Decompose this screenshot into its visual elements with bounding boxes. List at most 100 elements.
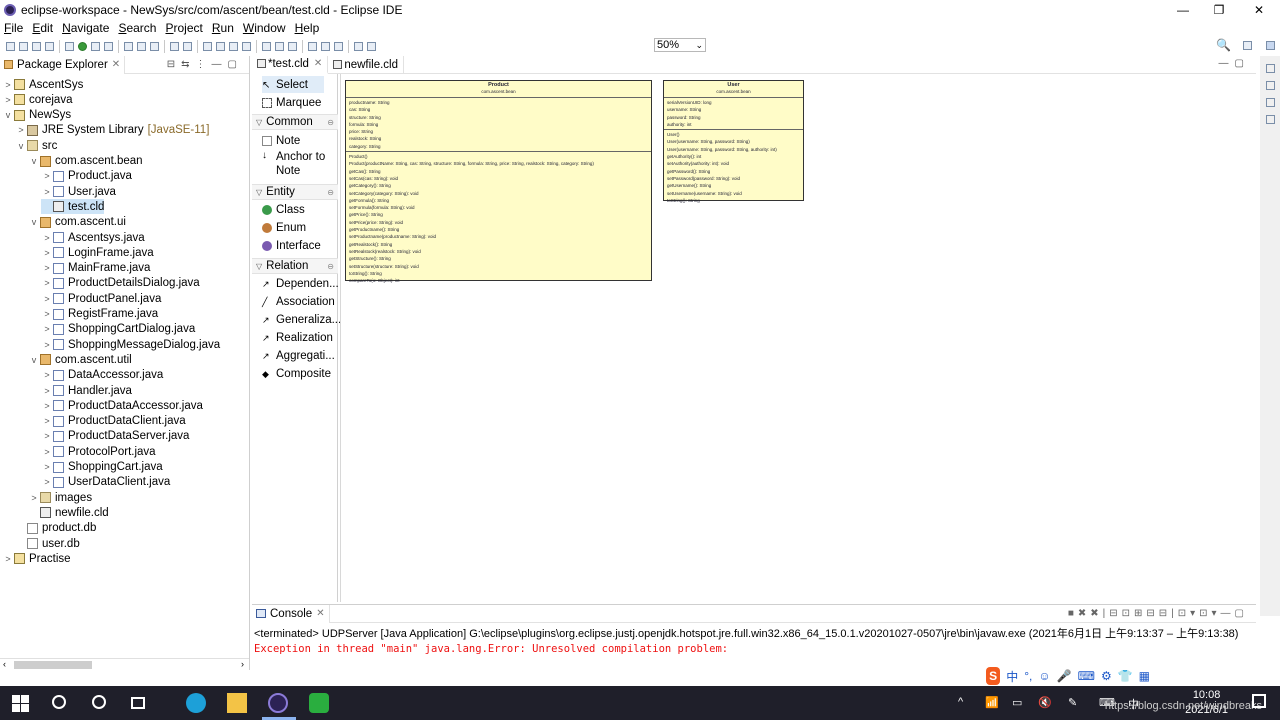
zoom-combo[interactable]: 50% ⌄	[654, 38, 706, 52]
show-hidden-icons[interactable]: ^	[958, 696, 963, 708]
chevron-down-icon[interactable]: v	[28, 156, 40, 166]
tree-item[interactable]: > Practise	[2, 551, 70, 566]
tree-item[interactable]: > ProductDataAccessor.java	[41, 398, 203, 413]
tree-item[interactable]: > AscentSys	[2, 77, 83, 92]
view-toolbar[interactable]: ⊟⇆⋮—▢	[167, 59, 243, 70]
external-tools-icon[interactable]	[104, 41, 113, 51]
search-icon[interactable]: 🔍	[1216, 38, 1231, 52]
tab-newfile-cld[interactable]: newfile.cld	[328, 55, 405, 74]
tree-item[interactable]: > Handler.java	[41, 383, 132, 398]
new-package-icon[interactable]	[137, 41, 146, 51]
menu-search[interactable]: Search	[118, 21, 156, 35]
chevron-right-icon[interactable]: >	[41, 386, 53, 396]
diagram-canvas[interactable]: Product com.ascent.bean productname: Str…	[340, 74, 1256, 602]
palette-marquee[interactable]: Marquee	[262, 94, 321, 111]
tree-item[interactable]: v com.ascent.util	[28, 352, 132, 367]
chevron-right-icon[interactable]: >	[15, 125, 27, 135]
punctuation-icon[interactable]: °,	[1024, 669, 1032, 683]
search-toolbar-icon[interactable]	[183, 41, 192, 51]
new-icon[interactable]	[6, 41, 15, 51]
match-width-icon[interactable]	[354, 41, 363, 51]
tree-item[interactable]: > MainFrame.java	[41, 261, 150, 276]
align-middle-icon[interactable]	[321, 41, 330, 51]
settings-icon[interactable]: ⚙	[1101, 669, 1112, 683]
chevron-right-icon[interactable]: >	[41, 309, 53, 319]
file-explorer-icon[interactable]	[227, 693, 247, 713]
close-tab-icon[interactable]: ✕	[314, 58, 322, 69]
chevron-right-icon[interactable]: >	[2, 554, 14, 564]
notification-center-icon[interactable]	[1252, 694, 1266, 708]
coverage-icon[interactable]	[91, 41, 100, 51]
chevron-right-icon[interactable]: >	[41, 233, 53, 243]
package-explorer-tab[interactable]: Package Explorer ✕	[0, 55, 126, 74]
chevron-right-icon[interactable]: >	[28, 493, 40, 503]
chevron-right-icon[interactable]: >	[41, 263, 53, 273]
menu-window[interactable]: Window	[243, 21, 286, 35]
forward-icon[interactable]	[242, 41, 251, 51]
align-top-icon[interactable]	[308, 41, 317, 51]
print-icon[interactable]	[45, 41, 54, 51]
back-icon[interactable]	[229, 41, 238, 51]
chevron-right-icon[interactable]: >	[41, 401, 53, 411]
windows-start-icon[interactable]	[10, 693, 30, 713]
search-taskbar-icon[interactable]	[52, 695, 66, 709]
task-list-icon[interactable]	[1265, 98, 1275, 107]
pin-icon[interactable]: ⊖	[327, 118, 334, 127]
uml-class-user[interactable]: User com.ascent.bean serialVersionUID: l…	[663, 80, 804, 203]
chevron-down-icon[interactable]: v	[28, 355, 40, 365]
chevron-right-icon[interactable]: >	[41, 324, 53, 334]
problems-icon[interactable]	[1265, 115, 1275, 124]
chevron-right-icon[interactable]: >	[41, 248, 53, 258]
chevron-right-icon[interactable]: >	[2, 80, 14, 90]
palette-class[interactable]: Class	[262, 201, 305, 218]
restore-icon[interactable]	[1265, 64, 1275, 73]
tree-item[interactable]: > ShoppingCart.java	[41, 460, 162, 475]
tree-item[interactable]: > UserDataClient.java	[41, 475, 170, 490]
tree-item[interactable]: v com.ascent.ui	[28, 215, 126, 230]
align-center-icon[interactable]	[275, 41, 284, 51]
palette-anchor-to-note[interactable]: ↓ Anchor to Note	[262, 150, 330, 180]
palette-realization[interactable]: ↗ Realization	[262, 329, 333, 346]
palette-interface[interactable]: Interface	[262, 237, 321, 254]
keyboard-icon[interactable]: ⌨	[1078, 669, 1095, 683]
close-view-icon[interactable]: ✕	[112, 59, 120, 70]
tree-item[interactable]: > ProductDataClient.java	[41, 414, 185, 429]
close-button[interactable]: ✕	[1239, 0, 1279, 20]
minimize-button[interactable]: —	[1163, 0, 1203, 20]
menu-file[interactable]: File	[4, 21, 23, 35]
align-right-icon[interactable]	[288, 41, 297, 51]
editor-controls[interactable]: —▢	[1219, 58, 1250, 69]
close-view-icon[interactable]: ✕	[316, 608, 324, 619]
chevron-right-icon[interactable]: >	[41, 294, 53, 304]
toolbox-icon[interactable]: ▦	[1139, 669, 1150, 683]
chevron-right-icon[interactable]: >	[41, 187, 53, 197]
palette-generalization[interactable]: ↗ Generaliza...	[262, 311, 341, 328]
chevron-right-icon[interactable]: >	[41, 370, 53, 380]
tree-item[interactable]: v src	[15, 138, 58, 153]
wechat-icon[interactable]	[309, 693, 329, 713]
tree-item[interactable]: > DataAccessor.java	[41, 368, 163, 383]
microphone-icon[interactable]: 🎤	[1057, 669, 1072, 683]
tree-item[interactable]: v com.ascent.bean	[28, 154, 143, 169]
tree-item[interactable]: > ProductDataServer.java	[41, 429, 189, 444]
horizontal-scrollbar[interactable]: ‹ ›	[0, 658, 249, 670]
chevron-right-icon[interactable]: >	[41, 447, 53, 457]
menu-navigate[interactable]: Navigate	[62, 21, 109, 35]
chevron-down-icon[interactable]: v	[2, 110, 14, 120]
open-type-icon[interactable]	[170, 41, 179, 51]
battery-icon[interactable]: ▭	[1012, 696, 1022, 709]
outline-icon[interactable]	[1265, 81, 1275, 90]
palette-note[interactable]: Note	[262, 132, 300, 149]
java-perspective-icon[interactable]	[1266, 41, 1275, 50]
new-class-icon[interactable]	[150, 41, 159, 51]
align-left-icon[interactable]	[262, 41, 271, 51]
uml-class-product[interactable]: Product com.ascent.bean productname: Str…	[345, 80, 652, 283]
undo-icon[interactable]	[203, 41, 212, 51]
chevron-right-icon[interactable]: >	[41, 462, 53, 472]
chevron-right-icon[interactable]: >	[41, 171, 53, 181]
palette-association[interactable]: ╱ Association	[262, 293, 335, 310]
palette-aggregation[interactable]: ↗ Aggregati...	[262, 347, 335, 364]
maximize-button[interactable]: ❐	[1199, 0, 1239, 20]
pen-icon[interactable]: ✎	[1068, 696, 1077, 709]
tree-item[interactable]: > ShoppingCartDialog.java	[41, 322, 195, 337]
